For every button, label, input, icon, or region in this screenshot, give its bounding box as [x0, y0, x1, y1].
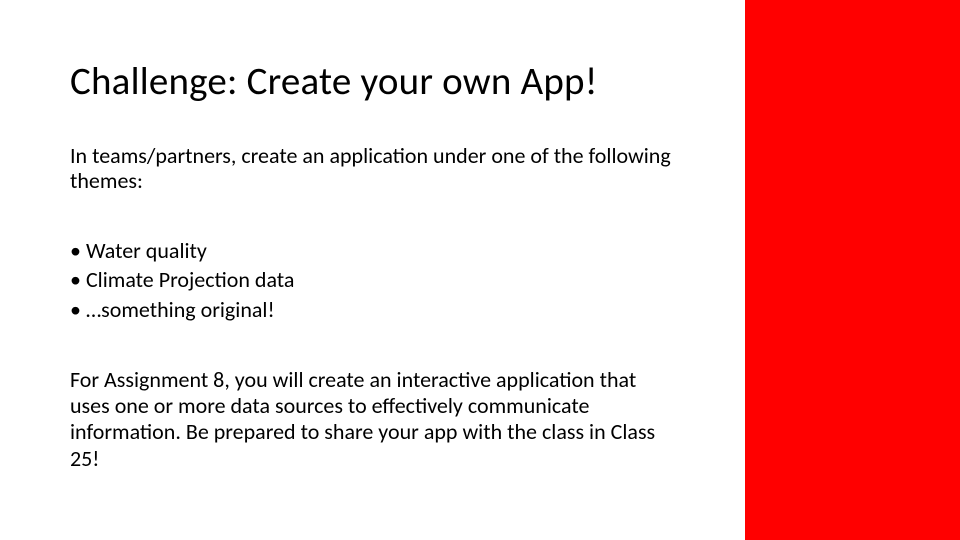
bullet-list: • Water quality • Climate Projection dat… [70, 236, 675, 325]
list-item: • …something original! [70, 295, 675, 325]
slide-footer: For Assignment 8, you will create an int… [70, 367, 675, 473]
slide-content: Challenge: Create your own App! In teams… [0, 0, 745, 540]
bullet-text: Water quality [86, 237, 207, 264]
accent-sidebar [745, 0, 960, 540]
bullet-text: …something original! [86, 296, 275, 323]
list-item: • Climate Projection data [70, 265, 675, 295]
bullet-text: Climate Projection data [86, 266, 295, 293]
list-item: • Water quality [70, 236, 675, 266]
slide-title: Challenge: Create your own App! [70, 58, 675, 105]
slide-intro: In teams/partners, create an application… [70, 143, 675, 194]
